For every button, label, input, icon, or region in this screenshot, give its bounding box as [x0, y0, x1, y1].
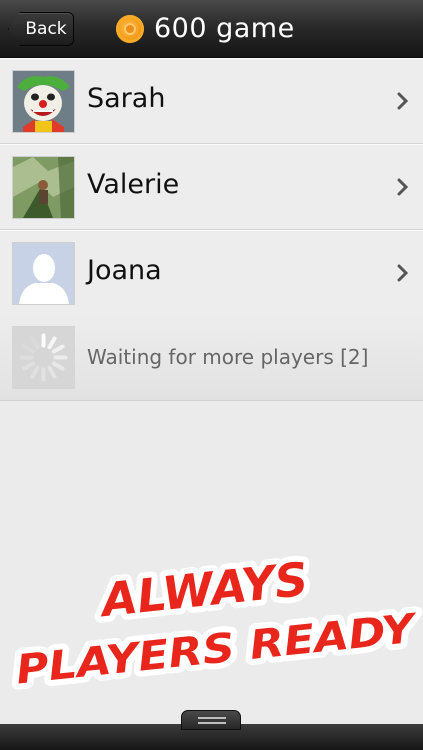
drawer-handle[interactable] [181, 710, 241, 730]
player-name: Sarah [87, 83, 166, 114]
top-bar: Back 600 game [0, 0, 423, 58]
player-row-valerie[interactable]: Valerie [0, 144, 423, 230]
clown-avatar [12, 70, 75, 133]
back-label: Back [25, 19, 67, 39]
waiting-text: Waiting for more players [2] [87, 345, 369, 369]
player-name: Valerie [87, 169, 180, 200]
promo-line2-outline: PLAYERS READY [14, 605, 421, 693]
player-row-sarah[interactable]: Sarah [0, 58, 423, 144]
waiting-row: Waiting for more players [2] [0, 315, 423, 401]
promo-line2: PLAYERS READY [14, 605, 421, 693]
coin-icon [116, 15, 144, 43]
handle-grip-line [198, 722, 226, 724]
spinner-icon [12, 326, 75, 389]
back-button[interactable]: Back [8, 12, 74, 46]
handle-grip-line [198, 717, 226, 719]
player-row-joana[interactable]: Joana [0, 230, 423, 316]
chevron-right-icon [397, 178, 409, 196]
chevron-right-icon [397, 264, 409, 282]
default-avatar [12, 242, 75, 305]
nature-avatar [12, 156, 75, 219]
promo-line1: ALWAYS [96, 552, 310, 628]
player-name: Joana [87, 255, 162, 286]
promo-line1-outline: ALWAYS [96, 552, 310, 628]
chevron-right-icon [397, 92, 409, 110]
page-title: 600 game [154, 13, 295, 44]
promo-banner: ALWAYS ALWAYS PLAYERS READY PLAYERS READ… [0, 545, 423, 700]
